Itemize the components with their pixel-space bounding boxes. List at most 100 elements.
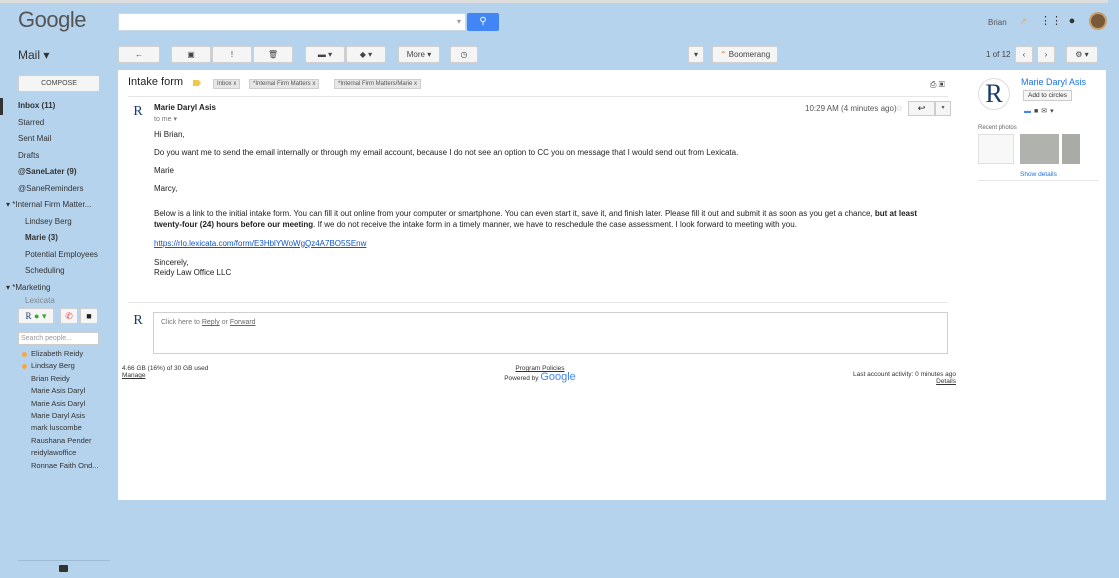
mail-switcher[interactable]: Mail ▾ xyxy=(18,48,49,62)
compose-button[interactable]: COMPOSE xyxy=(18,75,100,92)
sidebar-item-marie[interactable]: Marie (3) xyxy=(0,230,118,247)
print-icon[interactable]: ⎙ ▣ xyxy=(930,80,945,90)
sidebar-nav: Inbox (11) Starred Sent Mail Drafts @San… xyxy=(0,98,118,306)
sidebar-item-inbox[interactable]: Inbox (11) xyxy=(0,98,118,115)
search-input[interactable]: ▾ xyxy=(118,13,466,31)
sender-logo-icon: R xyxy=(133,104,143,119)
forward-link[interactable]: Forward xyxy=(230,319,256,326)
sidebar-item-sanelater[interactable]: @SaneLater (9) xyxy=(0,164,118,181)
reply-icon: ↩ xyxy=(917,103,926,113)
move-to-button[interactable]: ▬ ▾ xyxy=(305,46,345,63)
boomerang-label: Boomerang xyxy=(728,50,771,59)
sidebar-item-internal-firm-matters[interactable]: ▾ *Internal Firm Matter... xyxy=(0,197,118,214)
reply-prompt: Click here to Reply or Forward xyxy=(161,319,256,326)
mail-icon[interactable]: ✉ xyxy=(1041,108,1050,115)
chat-contact[interactable]: Marie Asis Daryl xyxy=(0,398,118,410)
label-chip-internal-firm-matters-marie[interactable]: *Internal Firm Matters/Marie x xyxy=(334,79,422,89)
star-icon[interactable]: ☆ xyxy=(895,103,903,114)
label-chip-internal-firm-matters[interactable]: *Internal Firm Matters x xyxy=(249,79,320,89)
newer-button[interactable]: ‹ xyxy=(1015,46,1033,63)
archive-button[interactable]: ▣ xyxy=(171,46,211,63)
google-logo[interactable]: Google xyxy=(18,7,86,33)
share-icon[interactable]: ↗ xyxy=(1016,14,1030,28)
avatar[interactable] xyxy=(1089,12,1107,30)
search-button[interactable]: ⚲ xyxy=(467,13,499,31)
boomerang-button[interactable]: ⌃ Boomerang xyxy=(712,46,778,63)
chat-contact[interactable]: reidylawoffice xyxy=(0,447,118,459)
chat-contact[interactable]: mark luscombe xyxy=(0,422,118,434)
chat-contact[interactable]: Ronnae Faith Ond... xyxy=(0,460,118,472)
contact-logo-icon: R xyxy=(978,78,1010,110)
chat-contact[interactable]: Raushana Pender xyxy=(0,435,118,447)
settings-button[interactable]: ⚙ ▾ xyxy=(1066,46,1098,63)
show-details-link[interactable]: Show details xyxy=(1020,171,1057,178)
body-paragraph: Below is a link to the initial intake fo… xyxy=(154,209,918,229)
powered-by: Powered by Google xyxy=(504,371,576,383)
user-name-link[interactable]: Brian xyxy=(988,18,1007,27)
google-wordmark: Google xyxy=(540,371,576,383)
sidebar-item-starred[interactable]: Starred xyxy=(0,115,118,132)
sidebar-item-lindsey-berg[interactable]: Lindsey Berg xyxy=(0,214,118,231)
report-spam-button[interactable]: ! xyxy=(212,46,252,63)
chevron-left-icon: ‹ xyxy=(1022,50,1026,59)
reply-link[interactable]: Reply xyxy=(202,319,220,326)
chat-contact[interactable]: Lindsay Berg xyxy=(0,360,118,372)
chat-contact[interactable]: Marie Asis Daryl xyxy=(0,385,118,397)
search-options-icon[interactable]: ▾ xyxy=(457,17,461,26)
sidebar-item-potential-employees[interactable]: Potential Employees xyxy=(0,247,118,264)
notifications-icon[interactable]: ● xyxy=(1065,14,1079,28)
contact-actions: ▬■✉▾ xyxy=(1024,107,1057,115)
importance-marker-icon[interactable] xyxy=(193,80,201,86)
body-paragraph: Do you want me to send the email interna… xyxy=(154,148,739,157)
details-link[interactable]: Details xyxy=(818,378,956,385)
delete-button[interactable]: 🗑 xyxy=(253,46,293,63)
add-to-circles-button[interactable]: Add to circles xyxy=(1023,90,1073,101)
back-button[interactable]: ← xyxy=(118,46,160,63)
sidebar-item-marketing[interactable]: ▾ *Marketing xyxy=(0,280,118,297)
more-button[interactable]: More ▾ xyxy=(398,46,440,63)
chat-status-button[interactable]: R ● ▾ xyxy=(18,308,54,324)
chat-bubble-icon[interactable] xyxy=(59,565,68,572)
divider xyxy=(18,560,110,561)
reply-box[interactable]: Click here to Reply or Forward xyxy=(153,312,948,354)
sender-name[interactable]: Marie Daryl Asis xyxy=(154,103,216,112)
recipient-details[interactable]: to me ▾ xyxy=(154,115,177,123)
chat-contact[interactable]: Brian Reidy xyxy=(0,373,118,385)
chat-contact[interactable]: Marie Daryl Asis xyxy=(0,410,118,422)
manage-storage-link[interactable]: Manage xyxy=(122,372,208,379)
contact-name-link[interactable]: Marie Daryl Asis xyxy=(1021,77,1086,87)
scrollbar[interactable] xyxy=(1108,0,1119,578)
sidebar-item-drafts[interactable]: Drafts xyxy=(0,148,118,165)
message-more-button[interactable]: ▾ xyxy=(935,101,951,116)
video-button[interactable]: ■ xyxy=(80,308,98,324)
message-body: Hi Brian, Do you want me to send the ema… xyxy=(154,130,944,286)
chat-contact[interactable]: Elizabeth Reidy xyxy=(0,348,118,360)
intake-form-link[interactable]: https://rlo.lexicata.com/form/E3HblYWoWg… xyxy=(154,239,366,248)
quoted-greeting: Marcy, xyxy=(154,184,178,193)
older-button[interactable]: › xyxy=(1037,46,1055,63)
call-button[interactable]: ✆ xyxy=(60,308,78,324)
recent-photo-thumbnail[interactable] xyxy=(978,134,1014,164)
labels-button[interactable]: ◆ ▾ xyxy=(346,46,386,63)
chat-toolbar: R ● ▾ ✆ ■ xyxy=(16,308,98,324)
chat-icon[interactable]: ▬ xyxy=(1024,108,1034,115)
search-people-input[interactable]: Search people... xyxy=(18,332,99,345)
dropdown-button[interactable]: ▾ xyxy=(688,46,704,63)
chevron-down-icon[interactable]: ▾ xyxy=(1050,108,1057,115)
storage-info: 4.66 GB (16%) of 30 GB used Manage xyxy=(122,365,208,379)
recent-photo-thumbnail[interactable] xyxy=(1062,134,1080,164)
reply-button[interactable]: ↩ xyxy=(908,101,935,116)
recent-photo-thumbnail[interactable] xyxy=(1020,134,1059,164)
sidebar-item-sent[interactable]: Sent Mail xyxy=(0,131,118,148)
boomerang-icon: ⌃ xyxy=(719,50,727,59)
phone-icon: ✆ xyxy=(65,311,73,321)
sidebar-item-sanereminders[interactable]: @SaneReminders xyxy=(0,181,118,198)
apps-grid-icon[interactable]: ⋮⋮ xyxy=(1040,14,1062,28)
search-icon: ⚲ xyxy=(479,16,487,27)
chevron-right-icon: › xyxy=(1044,50,1048,59)
snooze-button[interactable]: ◷ xyxy=(450,46,478,63)
sidebar-item-lexicata[interactable]: Lexicata xyxy=(0,296,118,306)
sidebar-item-scheduling[interactable]: Scheduling xyxy=(0,263,118,280)
online-status-icon: ● ▾ xyxy=(34,311,47,321)
label-chip-inbox[interactable]: Inbox x xyxy=(213,79,241,89)
